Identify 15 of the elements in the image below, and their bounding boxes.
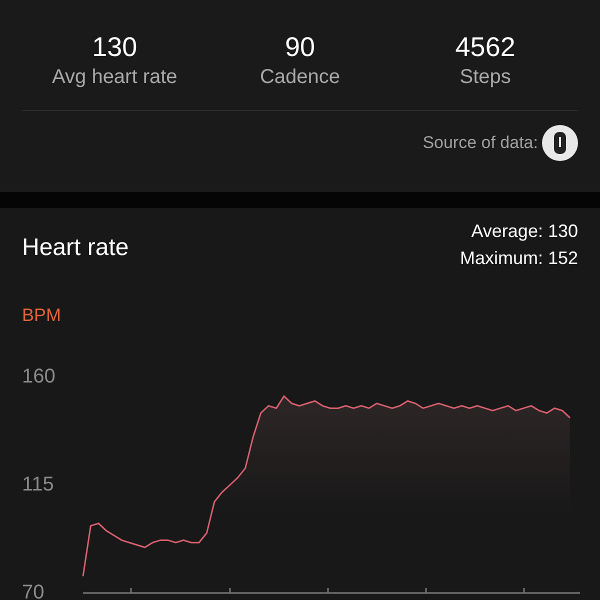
source-label: Source of data: [422,132,538,154]
maximum-value: Maximum: 152 [460,247,578,270]
average-value: Average: 130 [471,220,578,243]
stat-value: 130 [92,31,138,64]
stat-value: 4562 [455,31,516,64]
axis-label: 160 [22,365,56,388]
watch-icon[interactable] [542,125,578,161]
card-title: Heart rate [22,233,129,263]
stat-label: Steps [460,65,511,90]
unit-label: BPM [21,304,62,327]
axis-label: 115 [22,473,54,496]
stat-label: Avg heart rate [52,65,178,90]
stat-value: 90 [284,31,316,64]
axis-label: 70 [22,581,44,600]
stat-label: Cadence [260,65,340,90]
